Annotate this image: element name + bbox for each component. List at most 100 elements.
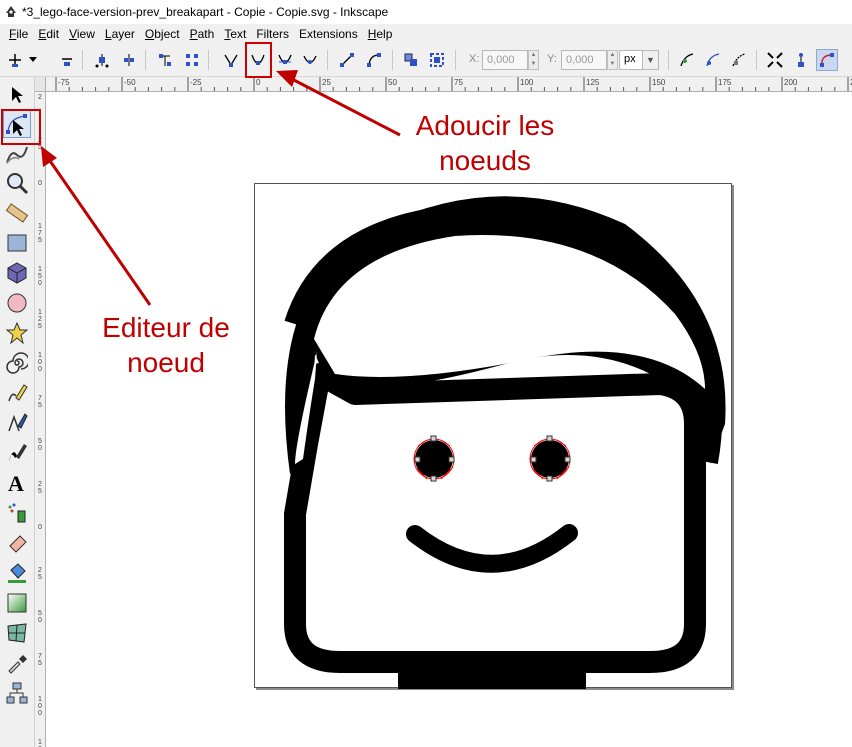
head-outline — [284, 363, 706, 673]
delete-segment-button[interactable] — [181, 49, 203, 71]
spiral-icon — [6, 352, 28, 374]
star-icon — [6, 322, 28, 344]
spray-tool[interactable] — [3, 499, 31, 527]
menu-path[interactable]: Path — [185, 27, 220, 41]
node-handles-icon — [798, 53, 804, 67]
mesh-tool[interactable] — [3, 619, 31, 647]
join-endnodes-button[interactable] — [154, 49, 176, 71]
spiral-tool[interactable] — [3, 349, 31, 377]
x-coordinate-spinner[interactable]: ▲ ▼ — [528, 50, 539, 70]
menu-edit[interactable]: Edit — [33, 27, 64, 41]
ruler-tick-label: 0 — [38, 180, 42, 187]
delete-node-button[interactable] — [56, 49, 78, 71]
break-path-icon — [124, 54, 134, 66]
path-outline-icon — [820, 53, 834, 67]
lego-face-drawing[interactable] — [255, 184, 733, 689]
menu-accelerator: L — [104, 27, 112, 41]
unit-select[interactable]: px — [619, 50, 643, 70]
menu-label: ile — [16, 27, 29, 41]
pen-tool[interactable] — [3, 409, 31, 437]
window-title: *3_lego-face-version-prev_breakapart - C… — [22, 5, 389, 19]
ruler-tick-label: 1 5 0 — [38, 266, 42, 287]
y-coordinate-input[interactable] — [561, 50, 607, 70]
toolbar-separator — [756, 50, 757, 70]
page-area[interactable] — [254, 183, 733, 689]
menu-bar: File Edit View Layer Object Path Text Filters Ex… — [0, 24, 852, 44]
eraser-icon — [9, 535, 27, 553]
menu-help[interactable]: Help — [363, 27, 398, 41]
rectangle-tool[interactable] — [3, 229, 31, 257]
calligraphy-tool[interactable] — [3, 439, 31, 467]
drawing-canvas[interactable] — [47, 93, 852, 747]
y-coordinate-label: Y: — [547, 53, 557, 65]
ellipse-tool[interactable] — [3, 289, 31, 317]
object-to-path-button[interactable] — [400, 49, 422, 71]
toolbar-separator — [145, 50, 146, 70]
segment-to-curve-button[interactable] — [363, 49, 385, 71]
menu-text[interactable]: Text — [219, 27, 251, 41]
break-path-button[interactable] — [118, 49, 140, 71]
connector-tool[interactable] — [3, 679, 31, 707]
clip-path-edit-button[interactable] — [702, 49, 724, 71]
zoom-tool[interactable] — [3, 169, 31, 197]
eraser-tool[interactable] — [3, 529, 31, 557]
pencil-tool[interactable] — [3, 379, 31, 407]
cube-icon — [7, 262, 27, 284]
gradient-icon — [7, 593, 27, 613]
menu-accelerator: O — [144, 27, 155, 41]
segment-to-line-button[interactable] — [336, 49, 358, 71]
mask-edit-button[interactable] — [728, 49, 750, 71]
x-coordinate-input[interactable] — [482, 50, 528, 70]
make-cusp-button[interactable] — [220, 49, 242, 71]
next-path-effect-button[interactable] — [676, 49, 698, 71]
node-tool-highlight — [1, 109, 41, 145]
menu-extensions[interactable]: Extensions — [294, 27, 363, 41]
symmetric-node-icon — [278, 54, 292, 64]
arrow-pointer-icon — [12, 87, 23, 103]
make-auto-smooth-button[interactable] — [299, 49, 321, 71]
insert-node-dropdown[interactable] — [26, 49, 40, 71]
menu-view[interactable]: View — [64, 27, 100, 41]
gradient-tool[interactable] — [3, 589, 31, 617]
horizontal-ruler[interactable]: -75-50-250255075100125150175200225 — [46, 77, 852, 92]
menu-layer[interactable]: Layer — [100, 27, 140, 41]
ruler-tick-label: 1 7 5 — [38, 223, 42, 244]
vertical-ruler[interactable]: 22 501 7 51 5 01 2 51 0 07 55 02 502 55 … — [35, 92, 46, 747]
y-coordinate-spinner[interactable]: ▲ ▼ — [607, 50, 618, 70]
ruler-tick-label: 7 5 — [38, 395, 42, 409]
dropper-icon — [8, 655, 27, 674]
make-symmetric-button[interactable] — [274, 49, 296, 71]
join-nodes-button[interactable] — [91, 49, 113, 71]
show-handles-button[interactable] — [790, 49, 812, 71]
ruler-tick-label: 1 0 0 — [38, 352, 42, 373]
smile — [406, 524, 578, 573]
stroke-to-path-button[interactable] — [426, 49, 448, 71]
insert-node-button[interactable] — [4, 49, 26, 71]
menu-label: iew — [76, 27, 95, 41]
show-transform-handles-button[interactable] — [764, 49, 786, 71]
measure-tool[interactable] — [3, 199, 31, 227]
calligraphy-icon — [9, 444, 27, 462]
chevron-down-icon[interactable]: ▼ — [642, 50, 659, 70]
ruler-tick-label: 5 0 — [38, 438, 42, 452]
dropper-tool[interactable] — [3, 649, 31, 677]
tweak-tool[interactable] — [3, 141, 31, 169]
selector-tool[interactable] — [3, 81, 31, 109]
menu-filters[interactable]: Filters — [251, 27, 294, 41]
transform-handles-icon — [767, 52, 783, 68]
menu-label: elp — [376, 27, 393, 41]
menu-accelerator: V — [69, 27, 77, 41]
delete-node-icon — [62, 58, 72, 66]
mesh-icon — [7, 623, 27, 643]
paint-bucket-tool[interactable] — [3, 559, 31, 587]
show-path-outline-button[interactable] — [816, 49, 838, 71]
ruler-tick-label: 1 0 0 — [38, 696, 42, 717]
star-tool[interactable] — [3, 319, 31, 347]
menu-file[interactable]: File — [4, 27, 33, 41]
menu-label: dit — [46, 27, 60, 41]
3d-box-tool[interactable] — [3, 259, 31, 287]
text-tool[interactable]: A — [3, 469, 31, 497]
segment-curve-icon — [367, 53, 381, 67]
menu-object[interactable]: Object — [140, 27, 185, 41]
insert-node-icon — [9, 54, 21, 67]
